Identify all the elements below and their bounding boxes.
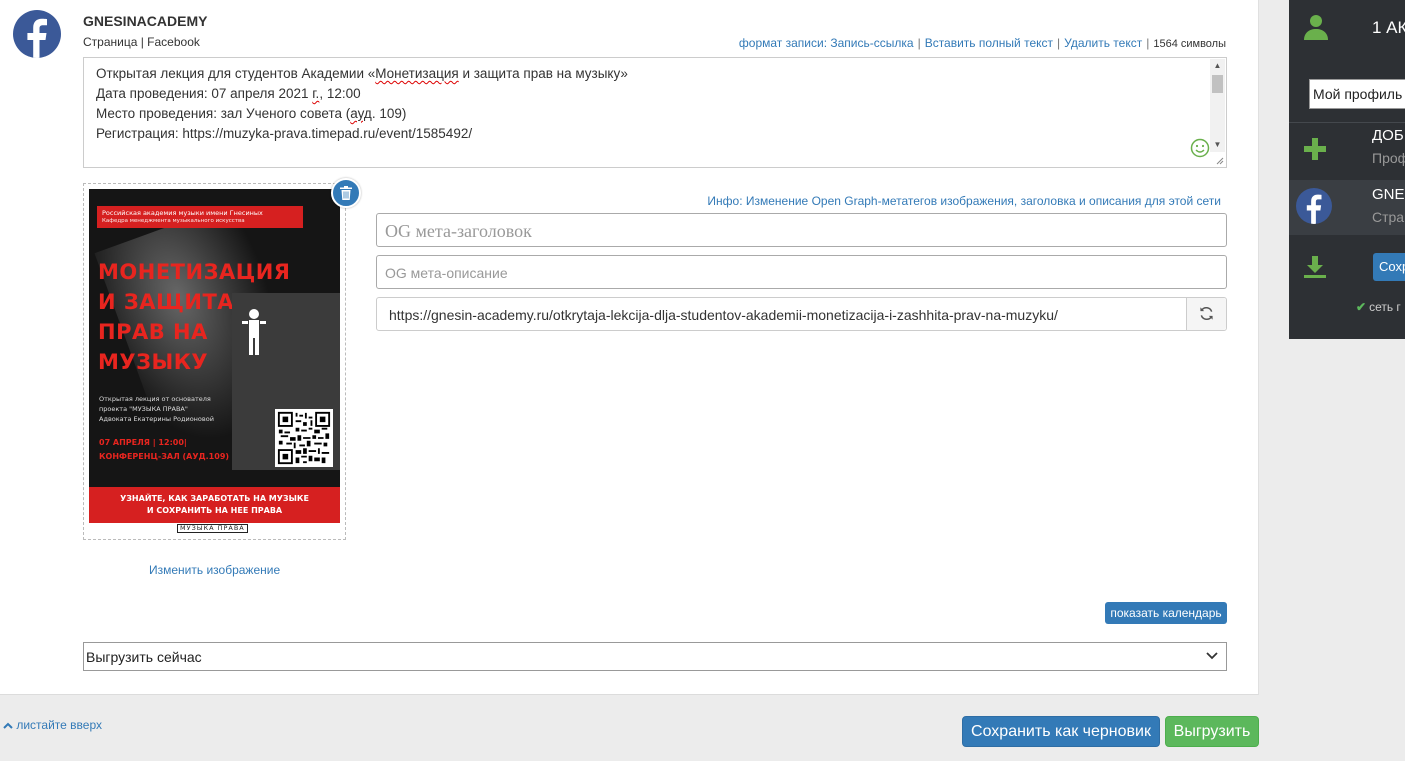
account-subtitle: Страница | Facebook: [83, 35, 200, 49]
sidebar-divider: [1289, 122, 1405, 123]
poster-band-line: УЗНАЙТЕ, КАК ЗАРАБОТАТЬ НА МУЗЫКЕ: [120, 494, 309, 503]
network-status-text: сеть г: [1369, 300, 1401, 314]
trash-icon: [340, 186, 352, 200]
poster-header-subtext: Кафедра менеджмента музыкального искусст…: [102, 218, 245, 224]
plus-icon[interactable]: [1304, 138, 1326, 160]
poster-date: 07 АПРЕЛЯ | 12:00| КОНФЕРЕНЦ-ЗАЛ (АУД.10…: [99, 436, 229, 464]
refresh-url-button[interactable]: [1186, 298, 1226, 330]
separator: |: [1057, 36, 1061, 50]
publish-time-value: Выгрузить сейчас: [86, 649, 202, 665]
publish-time-select[interactable]: Выгрузить сейчас: [83, 642, 1227, 671]
scroll-up-arrow-icon[interactable]: ▲: [1210, 59, 1225, 73]
separator: |: [1146, 36, 1150, 50]
check-icon: ✔: [1356, 300, 1367, 314]
network-status: ✔ сеть г: [1356, 300, 1401, 314]
og-title-input[interactable]: OG мета-заголовок: [376, 213, 1227, 247]
poster-desc-line: проекта "МУЗЫКА ПРАВА": [99, 405, 188, 413]
poster-description: Открытая лекция от основателя проекта "М…: [99, 394, 214, 424]
poster-bottom-band: УЗНАЙТЕ, КАК ЗАРАБОТАТЬ НА МУЗЫКЕ И СОХР…: [89, 487, 340, 523]
refresh-icon: [1200, 306, 1213, 321]
delete-image-button[interactable]: [331, 178, 361, 208]
person-figure-icon: [242, 309, 266, 355]
post-text-line: Место проведения: зал Ученого совета (ау…: [96, 106, 407, 121]
poster-footer: МУЗЫКА ПРАВА: [89, 523, 340, 534]
poster-desc-line: Адвоката Екатерины Родионовой: [99, 415, 214, 423]
qr-code-icon: [275, 409, 333, 467]
post-editor-panel: GNESINACADEMY Страница | Facebook формат…: [0, 0, 1259, 695]
facebook-icon: [1296, 188, 1332, 224]
facebook-avatar-icon: [13, 10, 61, 58]
poster-title-line: МОНЕТИЗАЦИЯ: [98, 260, 291, 284]
post-image-container: Российская академия музыки имени Гнесины…: [83, 183, 346, 540]
resize-handle-icon[interactable]: [1214, 155, 1224, 165]
chevron-down-icon: [1206, 652, 1218, 660]
post-text-line: Открытая лекция для студентов Академии «…: [96, 66, 628, 81]
insert-full-text-link[interactable]: Вставить полный текст: [925, 36, 1053, 50]
account-count: 1 АК: [1372, 18, 1405, 37]
change-image-link[interactable]: Изменить изображение: [149, 563, 280, 577]
poster-header-text: Российская академия музыки имени Гнесины…: [102, 209, 263, 217]
text-scrollbar[interactable]: ▲ ▼: [1210, 59, 1225, 152]
accounts-sidebar: 1 АК Мой профиль ДОБ Проф GNE Стра Сохр …: [1289, 0, 1405, 339]
sidebar-save-button[interactable]: Сохр: [1373, 253, 1405, 281]
poster-header: Российская академия музыки имени Гнесины…: [97, 206, 303, 228]
post-text-line: Регистрация: https://muzyka-prava.timepa…: [96, 126, 473, 141]
poster-band-line: И СОХРАНИТЬ НА НЕЕ ПРАВА: [146, 506, 283, 515]
separator: |: [917, 36, 921, 50]
poster-date-text: 07 АПРЕЛЯ | 12:00|: [99, 438, 187, 447]
scroll-down-arrow-icon[interactable]: ▼: [1210, 138, 1225, 152]
char-count: 1564 символы: [1153, 38, 1226, 50]
sidebar-item-sub: Стра: [1372, 209, 1405, 225]
add-account-label[interactable]: ДОБ: [1372, 127, 1404, 144]
user-icon: [1304, 15, 1328, 40]
scroll-up-label: листайте вверх: [16, 718, 102, 732]
poster-image: Российская академия музыки имени Гнесины…: [89, 189, 340, 534]
post-text-area[interactable]: Открытая лекция для студентов Академии «…: [83, 57, 1227, 168]
add-account-sub: Проф: [1372, 150, 1405, 166]
post-format-link[interactable]: формат записи: Запись-ссылка: [739, 36, 914, 50]
poster-place-text: КОНФЕРЕНЦ-ЗАЛ (АУД.109): [99, 452, 230, 461]
text-actions: формат записи: Запись-ссылка | Вставить по…: [739, 36, 1226, 50]
download-icon: [1304, 256, 1326, 278]
og-info-text: Инфо: Изменение Open Graph-метатегов изо…: [707, 194, 1221, 208]
chevron-up-icon: [3, 722, 13, 729]
og-url-value: https://gnesin-academy.ru/otkrytaja-lekc…: [389, 307, 1058, 323]
scrollbar-thumb[interactable]: [1212, 75, 1223, 93]
poster-footer-logo: МУЗЫКА ПРАВА: [177, 524, 248, 533]
scroll-up-link[interactable]: листайте вверх: [3, 718, 102, 732]
delete-text-link[interactable]: Удалить текст: [1064, 36, 1142, 50]
sidebar-item-name: GNE: [1372, 186, 1405, 203]
show-calendar-button[interactable]: показать календарь: [1105, 602, 1227, 624]
og-description-input[interactable]: OG мета-описание: [376, 255, 1227, 289]
publish-button[interactable]: Выгрузить: [1165, 716, 1259, 747]
poster-desc-line: Открытая лекция от основателя: [99, 395, 211, 403]
post-text-line: Дата проведения: 07 апреля 2021 г., 12:0…: [96, 86, 361, 101]
emoji-smiley-icon[interactable]: [1190, 138, 1210, 158]
save-draft-button[interactable]: Сохранить как черновик: [962, 716, 1160, 747]
profile-select[interactable]: Мой профиль: [1309, 79, 1405, 109]
account-name: GNESINACADEMY: [83, 13, 208, 29]
og-url-field[interactable]: https://gnesin-academy.ru/otkrytaja-lekc…: [376, 297, 1227, 331]
